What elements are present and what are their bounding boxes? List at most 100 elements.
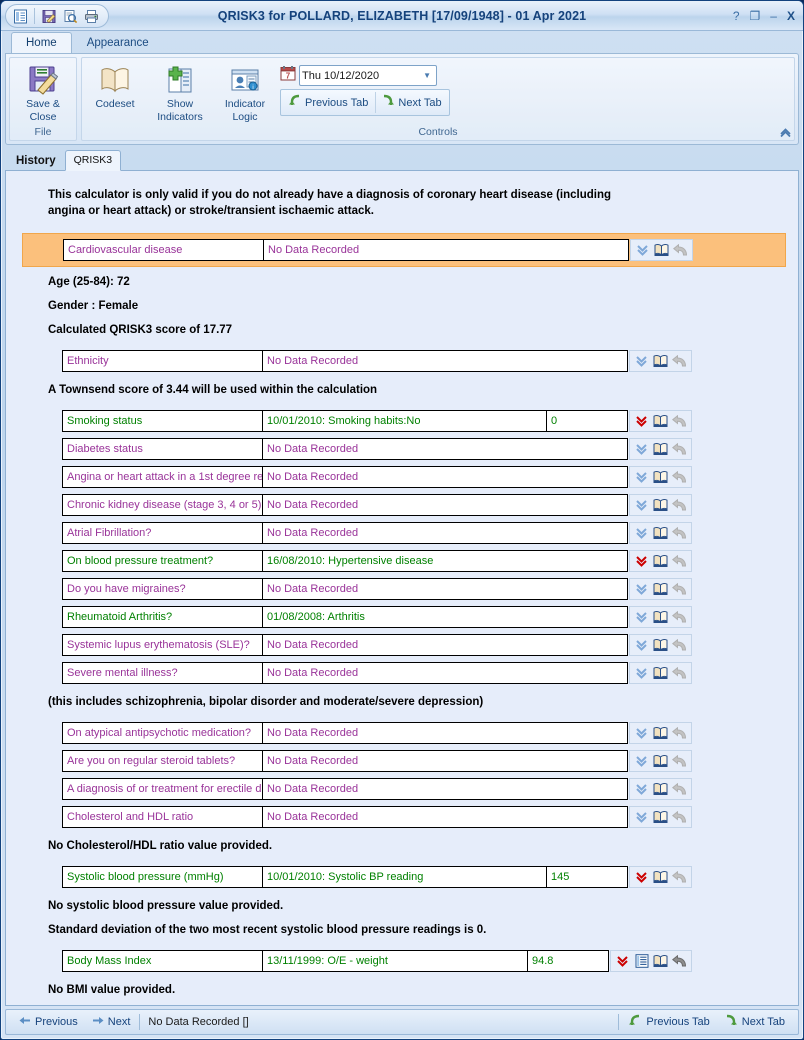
row-label-cell[interactable]: Body Mass Index (62, 950, 262, 972)
table-row[interactable]: Cholesterol and HDL ratioNo Data Recorde… (62, 806, 692, 828)
table-row[interactable]: On atypical antipsychotic medication?No … (62, 722, 692, 744)
save-and-close-button[interactable]: Save & Close (12, 61, 74, 125)
row-value-cell[interactable]: No Data Recorded (263, 239, 629, 261)
arrow-curve-icon[interactable] (671, 724, 688, 742)
row-label-cell[interactable]: On atypical antipsychotic medication? (62, 722, 262, 744)
row-label-cell[interactable]: Smoking status (62, 410, 262, 432)
chevron-double-down-icon[interactable] (633, 808, 650, 826)
book-icon[interactable] (652, 664, 669, 682)
form-row[interactable]: EthnicityNo Data Recorded (22, 347, 786, 375)
table-row[interactable]: Systemic lupus erythematosis (SLE)?No Da… (62, 634, 692, 656)
book-icon[interactable] (652, 752, 669, 770)
chevron-double-down-icon[interactable] (633, 468, 650, 486)
arrow-curve-icon[interactable] (671, 952, 688, 970)
row-label-cell[interactable]: A diagnosis of or treatment for erectile… (62, 778, 262, 800)
form-row[interactable]: Angina or heart attack in a 1st degree r… (22, 463, 786, 491)
form-row[interactable]: Diabetes statusNo Data Recorded (22, 435, 786, 463)
row-numeric-cell[interactable]: 145 (546, 866, 628, 888)
chevron-double-down-icon[interactable] (633, 496, 650, 514)
book-icon[interactable] (652, 352, 669, 370)
row-label-cell[interactable]: Cholesterol and HDL ratio (62, 806, 262, 828)
book-icon[interactable] (652, 412, 669, 430)
status-previous-tab-button[interactable]: Previous Tab (621, 1014, 716, 1031)
row-label-cell[interactable]: Diabetes status (62, 438, 262, 460)
chevron-double-down-icon[interactable] (633, 524, 650, 542)
tab-history[interactable]: History (7, 152, 65, 171)
chevron-double-down-icon[interactable] (633, 352, 650, 370)
arrow-curve-icon[interactable] (671, 352, 688, 370)
chevron-double-down-icon[interactable] (633, 752, 650, 770)
row-label-cell[interactable]: Rheumatoid Arthritis? (62, 606, 262, 628)
arrow-curve-icon[interactable] (671, 580, 688, 598)
row-label-cell[interactable]: Systemic lupus erythematosis (SLE)? (62, 634, 262, 656)
table-row[interactable]: Rheumatoid Arthritis?01/08/2008: Arthrit… (62, 606, 692, 628)
list-document-icon[interactable] (633, 952, 650, 970)
chevron-double-down-icon[interactable] (634, 241, 651, 259)
book-icon[interactable] (653, 241, 670, 259)
ribbon-collapse-icon[interactable] (779, 127, 792, 141)
form-row[interactable]: Systemic lupus erythematosis (SLE)?No Da… (22, 631, 786, 659)
arrow-curve-icon[interactable] (671, 412, 688, 430)
arrow-curve-icon[interactable] (671, 780, 688, 798)
chevron-double-down-icon[interactable] (633, 636, 650, 654)
form-row[interactable]: Do you have migraines?No Data Recorded (22, 575, 786, 603)
row-label-cell[interactable]: Atrial Fibrillation? (62, 522, 262, 544)
arrow-curve-icon[interactable] (672, 241, 689, 259)
book-icon[interactable] (652, 608, 669, 626)
indicator-logic-button[interactable]: i Indicator Logic (214, 61, 276, 125)
close-button[interactable]: X (787, 9, 795, 23)
row-label-cell[interactable]: Severe mental illness? (62, 662, 262, 684)
row-value-cell[interactable]: 13/11/1999: O/E - weight (262, 950, 527, 972)
chevron-double-down-icon[interactable] (633, 412, 650, 430)
arrow-curve-icon[interactable] (671, 440, 688, 458)
table-row[interactable]: On blood pressure treatment?16/08/2010: … (62, 550, 692, 572)
row-value-cell[interactable]: No Data Recorded (262, 634, 628, 656)
arrow-curve-icon[interactable] (671, 664, 688, 682)
chevron-double-down-icon[interactable] (633, 868, 650, 886)
row-numeric-cell[interactable]: 0 (546, 410, 628, 432)
book-icon[interactable] (652, 524, 669, 542)
row-label-cell[interactable]: Systolic blood pressure (mmHg) (62, 866, 262, 888)
arrow-curve-icon[interactable] (671, 752, 688, 770)
table-row[interactable]: EthnicityNo Data Recorded (62, 350, 692, 372)
row-value-cell[interactable]: 10/01/2010: Systolic BP reading (262, 866, 546, 888)
chevron-double-down-icon[interactable] (633, 552, 650, 570)
chevron-double-down-icon[interactable] (633, 440, 650, 458)
row-label-cell[interactable]: Are you on regular steroid tablets? (62, 750, 262, 772)
arrow-curve-icon[interactable] (671, 636, 688, 654)
form-row[interactable]: Cholesterol and HDL ratioNo Data Recorde… (22, 803, 786, 831)
chevron-double-down-icon[interactable] (633, 580, 650, 598)
form-row[interactable]: Chronic kidney disease (stage 3, 4 or 5)… (22, 491, 786, 519)
row-value-cell[interactable]: 16/08/2010: Hypertensive disease (262, 550, 628, 572)
form-row[interactable]: Rheumatoid Arthritis?01/08/2008: Arthrit… (22, 603, 786, 631)
date-picker[interactable]: 7 Thu 10/12/2020 ▼ (280, 65, 450, 86)
row-value-cell[interactable]: 01/08/2008: Arthritis (262, 606, 628, 628)
restore-button[interactable]: ❐ (750, 9, 761, 23)
form-row-highlighted[interactable]: Cardiovascular diseaseNo Data Recorded (22, 233, 786, 267)
book-icon[interactable] (652, 440, 669, 458)
table-row[interactable]: Diabetes statusNo Data Recorded (62, 438, 692, 460)
book-icon[interactable] (652, 808, 669, 826)
arrow-curve-icon[interactable] (671, 468, 688, 486)
row-label-cell[interactable]: Do you have migraines? (62, 578, 262, 600)
row-label-cell[interactable]: Ethnicity (62, 350, 262, 372)
table-row[interactable]: Body Mass Index13/11/1999: O/E - weight9… (62, 950, 692, 972)
row-value-cell[interactable]: No Data Recorded (262, 466, 628, 488)
row-value-cell[interactable]: No Data Recorded (262, 806, 628, 828)
form-row[interactable]: Are you on regular steroid tablets?No Da… (22, 747, 786, 775)
book-icon[interactable] (652, 952, 669, 970)
arrow-curve-icon[interactable] (671, 608, 688, 626)
row-value-cell[interactable]: No Data Recorded (262, 778, 628, 800)
arrow-curve-icon[interactable] (671, 524, 688, 542)
table-row[interactable]: Do you have migraines?No Data Recorded (62, 578, 692, 600)
table-row[interactable]: A diagnosis of or treatment for erectile… (62, 778, 692, 800)
book-icon[interactable] (652, 636, 669, 654)
form-row[interactable]: A diagnosis of or treatment for erectile… (22, 775, 786, 803)
arrow-curve-icon[interactable] (671, 552, 688, 570)
row-numeric-cell[interactable]: 94.8 (527, 950, 609, 972)
book-icon[interactable] (652, 468, 669, 486)
ribbon-tab-appearance[interactable]: Appearance (72, 32, 164, 54)
chevron-double-down-icon[interactable] (633, 724, 650, 742)
row-label-cell[interactable]: Angina or heart attack in a 1st degree r… (62, 466, 262, 488)
table-row[interactable]: Chronic kidney disease (stage 3, 4 or 5)… (62, 494, 692, 516)
